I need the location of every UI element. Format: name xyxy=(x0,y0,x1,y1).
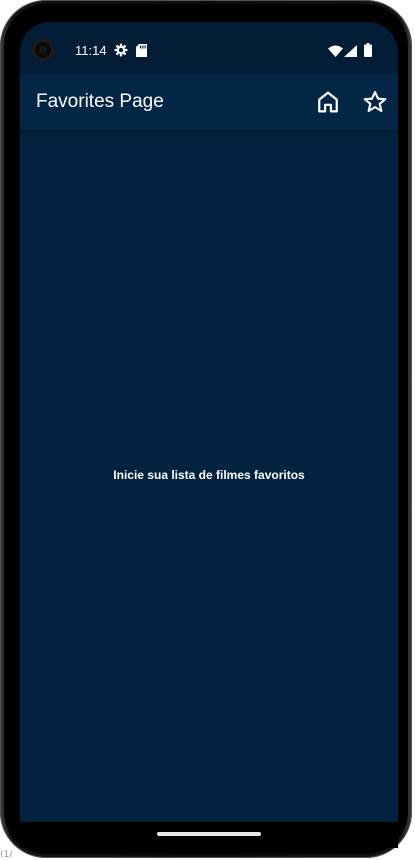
gesture-nav-bar xyxy=(20,822,398,848)
battery-icon xyxy=(364,43,372,62)
star-outline-icon xyxy=(363,91,387,113)
status-time: 11:14 xyxy=(75,43,107,58)
home-button[interactable] xyxy=(314,88,342,116)
screen: 11:14 Favorites Page Inicie sua lista de… xyxy=(20,22,398,848)
app-bar: Favorites Page xyxy=(20,74,398,130)
home-indicator[interactable] xyxy=(157,832,261,836)
page-title: Favorites Page xyxy=(36,91,164,112)
home-icon xyxy=(318,91,338,113)
signal-icon xyxy=(344,44,357,62)
status-bar: 11:14 xyxy=(20,22,398,74)
phone-frame: 11:14 Favorites Page Inicie sua lista de… xyxy=(0,0,412,858)
sd-card-icon xyxy=(136,44,147,62)
wifi-icon xyxy=(328,44,343,62)
settings-icon xyxy=(114,43,128,62)
background-fragment: (1/ xyxy=(0,850,13,860)
empty-favorites-message: Inicie sua lista de filmes favoritos xyxy=(113,468,305,482)
phone-bezel: 11:14 Favorites Page Inicie sua lista de… xyxy=(4,4,408,854)
favorites-button[interactable] xyxy=(361,88,389,116)
front-camera xyxy=(32,39,54,61)
